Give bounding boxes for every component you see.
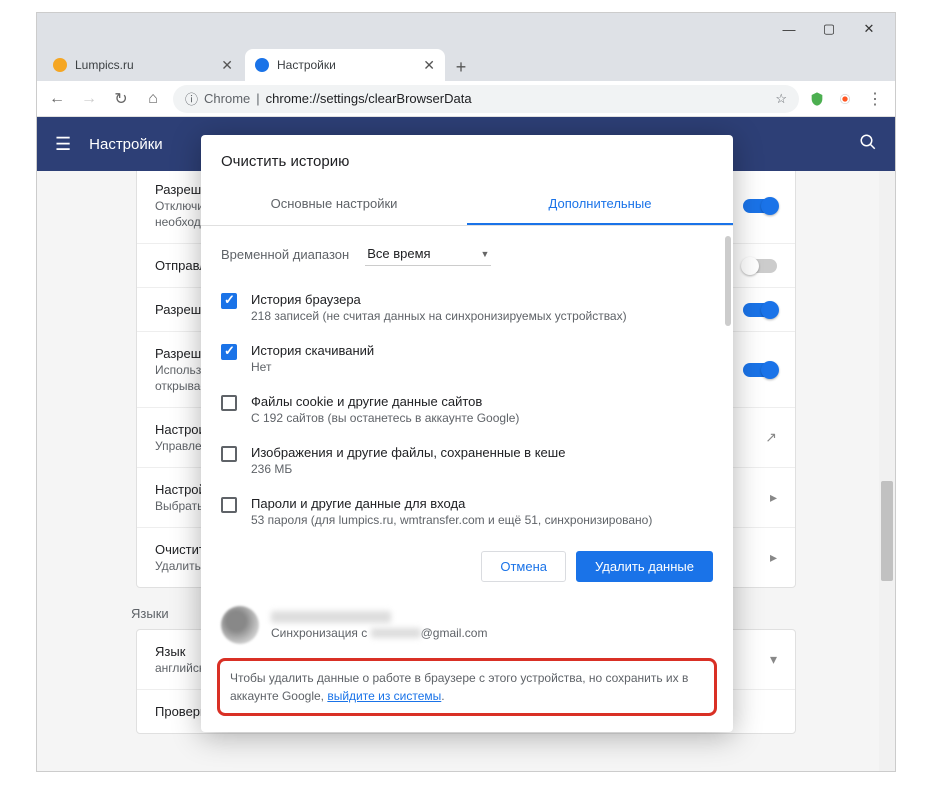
menu-button[interactable]: ⋮	[863, 87, 887, 111]
chevron-down-icon: ▾	[770, 651, 777, 668]
bookmark-star-icon[interactable]: ☆	[775, 91, 787, 107]
tab-lumpics[interactable]: Lumpics.ru ✕	[43, 49, 243, 81]
close-tab-icon[interactable]: ✕	[221, 57, 233, 74]
url-input[interactable]: ⓘ Chrome | chrome://settings/clearBrowse…	[173, 85, 799, 113]
page-scrollbar[interactable]	[879, 171, 895, 771]
checkbox[interactable]	[221, 395, 237, 411]
info-box: Чтобы удалить данные о работе в браузере…	[217, 658, 717, 716]
favicon-lumpics	[53, 58, 67, 72]
tab-label: Lumpics.ru	[75, 58, 134, 72]
external-link-icon: ↗	[765, 429, 777, 446]
close-tab-icon[interactable]: ✕	[423, 57, 435, 74]
checkbox[interactable]	[221, 293, 237, 309]
account-name-blurred	[271, 611, 391, 623]
clear-data-dialog: Очистить историю Основные настройки Допо…	[201, 135, 733, 732]
extension-shield-icon[interactable]	[807, 89, 827, 109]
dialog-scroll-area: Временной диапазон Все время ▼ История б…	[201, 226, 733, 537]
page-content: ☰ Настройки Разреши…Отключивнеобходим… О…	[37, 117, 895, 771]
cancel-button[interactable]: Отмена	[481, 551, 566, 582]
home-button[interactable]: ⌂	[141, 87, 165, 111]
back-button[interactable]: ←	[45, 87, 69, 111]
option-passwords[interactable]: Пароли и другие данные для входа53 парол…	[221, 486, 713, 537]
tab-advanced[interactable]: Дополнительные	[467, 184, 733, 225]
url-divider: |	[256, 91, 259, 106]
extension-meteor-icon[interactable]	[835, 89, 855, 109]
close-window-button[interactable]: ✕	[849, 15, 889, 43]
address-bar: ← → ↻ ⌂ ⓘ Chrome | chrome://settings/cle…	[37, 81, 895, 117]
favicon-settings	[255, 58, 269, 72]
checkbox[interactable]	[221, 344, 237, 360]
reload-button[interactable]: ↻	[109, 87, 133, 111]
url-scheme: Chrome	[204, 91, 250, 106]
tab-basic[interactable]: Основные настройки	[201, 184, 467, 225]
dialog-scrollbar[interactable]	[725, 236, 731, 326]
sync-status: Синхронизация с @gmail.com	[271, 626, 487, 640]
new-tab-button[interactable]: +	[447, 53, 475, 81]
option-browsing-history[interactable]: История браузера218 записей (не считая д…	[221, 282, 713, 333]
chevron-right-icon: ▸	[770, 489, 777, 506]
forward-button[interactable]: →	[77, 87, 101, 111]
tab-strip: Lumpics.ru ✕ Настройки ✕ +	[37, 45, 895, 81]
time-range-label: Временной диапазон	[221, 247, 349, 262]
window-titlebar: — ▢ ✕	[37, 13, 895, 45]
option-cache[interactable]: Изображения и другие файлы, сохраненные …	[221, 435, 713, 486]
option-cookies[interactable]: Файлы cookie и другие данные сайтовС 192…	[221, 384, 713, 435]
toggle-switch[interactable]	[743, 363, 777, 377]
minimize-button[interactable]: —	[769, 15, 809, 43]
time-range-select[interactable]: Все время ▼	[365, 242, 491, 266]
toggle-switch[interactable]	[743, 303, 777, 317]
dropdown-icon: ▼	[481, 249, 490, 259]
browser-window: — ▢ ✕ Lumpics.ru ✕ Настройки ✕ + ← → ↻ ⌂…	[36, 12, 896, 772]
dialog-title: Очистить историю	[201, 135, 733, 184]
settings-title: Настройки	[89, 136, 163, 153]
account-row: Синхронизация с @gmail.com	[201, 596, 733, 650]
toggle-switch[interactable]	[743, 199, 777, 213]
tab-settings[interactable]: Настройки ✕	[245, 49, 445, 81]
dialog-tabs: Основные настройки Дополнительные	[201, 184, 733, 226]
tab-label: Настройки	[277, 58, 336, 72]
sign-out-link[interactable]: выйдите из системы	[327, 689, 441, 703]
dialog-buttons: Отмена Удалить данные	[201, 537, 733, 596]
avatar	[221, 606, 259, 644]
maximize-button[interactable]: ▢	[809, 15, 849, 43]
toggle-switch[interactable]	[743, 259, 777, 273]
chevron-right-icon: ▸	[770, 549, 777, 566]
delete-data-button[interactable]: Удалить данные	[576, 551, 713, 582]
site-info-icon[interactable]: ⓘ	[185, 89, 198, 108]
scrollbar-thumb[interactable]	[881, 481, 893, 581]
option-download-history[interactable]: История скачиванийНет	[221, 333, 713, 384]
checkbox[interactable]	[221, 446, 237, 462]
search-icon[interactable]	[859, 133, 877, 156]
url-path: chrome://settings/clearBrowserData	[266, 91, 472, 106]
checkbox[interactable]	[221, 497, 237, 513]
menu-icon[interactable]: ☰	[55, 134, 71, 155]
